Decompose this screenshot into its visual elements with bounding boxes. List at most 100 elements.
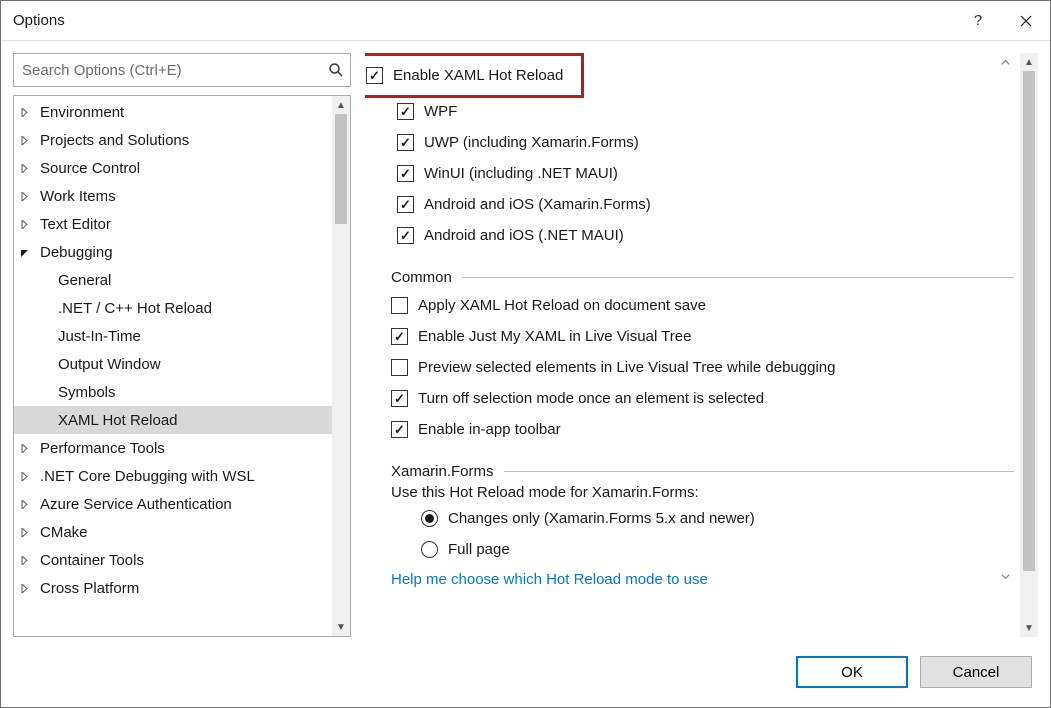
tree-item[interactable]: Just-In-Time (14, 322, 332, 350)
tree-item-label: General (58, 272, 111, 289)
platform-checkbox[interactable]: UWP (including Xamarin.Forms) (365, 127, 1014, 158)
checkbox-icon (391, 297, 408, 314)
tree-item[interactable]: Environment (14, 98, 332, 126)
tree-item-label: Cross Platform (40, 580, 139, 597)
tree-item-label: Debugging (40, 244, 113, 261)
tree-item[interactable]: Performance Tools (14, 434, 332, 462)
common-option-checkbox[interactable]: Turn off selection mode once an element … (365, 383, 1014, 414)
tree-item-label: Symbols (58, 384, 116, 401)
chevron-right-icon (20, 472, 34, 481)
checkbox-label: Preview selected elements in Live Visual… (418, 359, 835, 376)
scroll-thumb[interactable] (1023, 71, 1035, 571)
checkbox-icon (397, 227, 414, 244)
search-input[interactable] (22, 62, 328, 79)
checkbox-label: Android and iOS (.NET MAUI) (424, 227, 624, 244)
tree-item-label: .NET Core Debugging with WSL (40, 468, 255, 485)
search-box[interactable] (13, 53, 351, 87)
platform-checkbox[interactable]: WinUI (including .NET MAUI) (365, 158, 1014, 189)
checkbox-icon (391, 421, 408, 438)
common-option-checkbox[interactable]: Enable in-app toolbar (365, 414, 1014, 445)
checkbox-label: WinUI (including .NET MAUI) (424, 165, 618, 182)
platform-checkbox[interactable]: Android and iOS (.NET MAUI) (365, 220, 1014, 251)
chevron-right-icon (20, 108, 34, 117)
checkbox-icon (366, 67, 383, 84)
sidebar: Environment Projects and Solutions Source … (13, 53, 351, 637)
tree-item-label: XAML Hot Reload (58, 412, 178, 429)
tree-item[interactable]: Symbols (14, 378, 332, 406)
tree-item[interactable]: General (14, 266, 332, 294)
collapse-panel-button[interactable] (996, 53, 1014, 71)
checkbox-icon (397, 196, 414, 213)
search-icon (328, 62, 344, 78)
scroll-thumb[interactable] (335, 114, 347, 224)
chevron-right-icon (20, 136, 34, 145)
options-panel: Enable XAML Hot Reload WPF UWP (including… (365, 53, 1020, 637)
xamarin-mode-radio[interactable]: Full page (365, 534, 1014, 565)
scroll-down-icon[interactable]: ▼ (1020, 619, 1038, 637)
checkbox-icon (391, 328, 408, 345)
tree-item[interactable]: Source Control (14, 154, 332, 182)
checkbox-icon (391, 390, 408, 407)
common-option-checkbox[interactable]: Enable Just My XAML in Live Visual Tree (365, 321, 1014, 352)
close-icon (1020, 15, 1032, 27)
cancel-button[interactable]: Cancel (920, 656, 1032, 688)
platform-checkbox[interactable]: WPF (365, 96, 1014, 127)
help-button[interactable]: ? (954, 1, 1002, 41)
radio-label: Full page (448, 541, 510, 558)
tree-item[interactable]: CMake (14, 518, 332, 546)
options-tree[interactable]: Environment Projects and Solutions Source … (14, 96, 332, 636)
window-title: Options (13, 12, 65, 29)
chevron-right-icon (20, 164, 34, 173)
tree-item[interactable]: Projects and Solutions (14, 126, 332, 154)
tree-item[interactable]: Text Editor (14, 210, 332, 238)
chevron-down-icon (20, 248, 34, 257)
common-option-checkbox[interactable]: Apply XAML Hot Reload on document save (365, 290, 1014, 321)
tree-item[interactable]: .NET / C++ Hot Reload (14, 294, 332, 322)
tree-item-label: Text Editor (40, 216, 111, 233)
tree-item[interactable]: Work Items (14, 182, 332, 210)
close-button[interactable] (1002, 1, 1050, 41)
scroll-down-icon[interactable]: ▼ (332, 618, 350, 636)
titlebar: Options ? (1, 1, 1050, 41)
tree-item[interactable]: Cross Platform (14, 574, 332, 602)
common-option-checkbox[interactable]: Preview selected elements in Live Visual… (365, 352, 1014, 383)
radio-icon (421, 510, 438, 527)
chevron-right-icon (20, 556, 34, 565)
content-scrollbar[interactable]: ▲ ▼ (1020, 53, 1038, 637)
chevron-right-icon (20, 584, 34, 593)
tree-item-label: Work Items (40, 188, 116, 205)
checkbox-label: Apply XAML Hot Reload on document save (418, 297, 706, 314)
tree-scrollbar[interactable]: ▲ ▼ (332, 96, 350, 636)
checkbox-icon (397, 165, 414, 182)
tree-item-label: Projects and Solutions (40, 132, 189, 149)
section-label: Common (391, 269, 452, 286)
options-dialog: Options ? Environment Projects and Soluti… (0, 0, 1051, 708)
tree-item-label: Performance Tools (40, 440, 165, 457)
platform-checkbox[interactable]: Android and iOS (Xamarin.Forms) (365, 189, 1014, 220)
checkbox-label: Android and iOS (Xamarin.Forms) (424, 196, 651, 213)
tree-item-label: Container Tools (40, 552, 144, 569)
enable-xaml-hot-reload-checkbox[interactable]: Enable XAML Hot Reload (366, 60, 563, 91)
scroll-up-icon[interactable]: ▲ (1020, 53, 1038, 71)
tree-item[interactable]: .NET Core Debugging with WSL (14, 462, 332, 490)
tree-item-label: Environment (40, 104, 124, 121)
tree-item[interactable]: Debugging (14, 238, 332, 266)
xamarin-section-header: Xamarin.Forms (365, 463, 1014, 480)
tree-item-label: Source Control (40, 160, 140, 177)
checkbox-icon (391, 359, 408, 376)
tree-item[interactable]: XAML Hot Reload (14, 406, 332, 434)
checkbox-label: Enable Just My XAML in Live Visual Tree (418, 328, 691, 345)
ok-button[interactable]: OK (796, 656, 908, 688)
xamarin-mode-radio[interactable]: Changes only (Xamarin.Forms 5.x and newe… (365, 503, 1014, 534)
section-label: Xamarin.Forms (391, 463, 494, 480)
chevron-right-icon (20, 500, 34, 509)
tree-item-label: Just-In-Time (58, 328, 141, 345)
dialog-footer: OK Cancel (1, 637, 1050, 707)
expand-panel-button[interactable] (996, 568, 1014, 586)
tree-item[interactable]: Container Tools (14, 546, 332, 574)
tree-item[interactable]: Output Window (14, 350, 332, 378)
tree-item[interactable]: Azure Service Authentication (14, 490, 332, 518)
scroll-up-icon[interactable]: ▲ (332, 96, 350, 114)
hot-reload-help-link[interactable]: Help me choose which Hot Reload mode to … (365, 571, 708, 588)
checkbox-label: WPF (424, 103, 457, 120)
